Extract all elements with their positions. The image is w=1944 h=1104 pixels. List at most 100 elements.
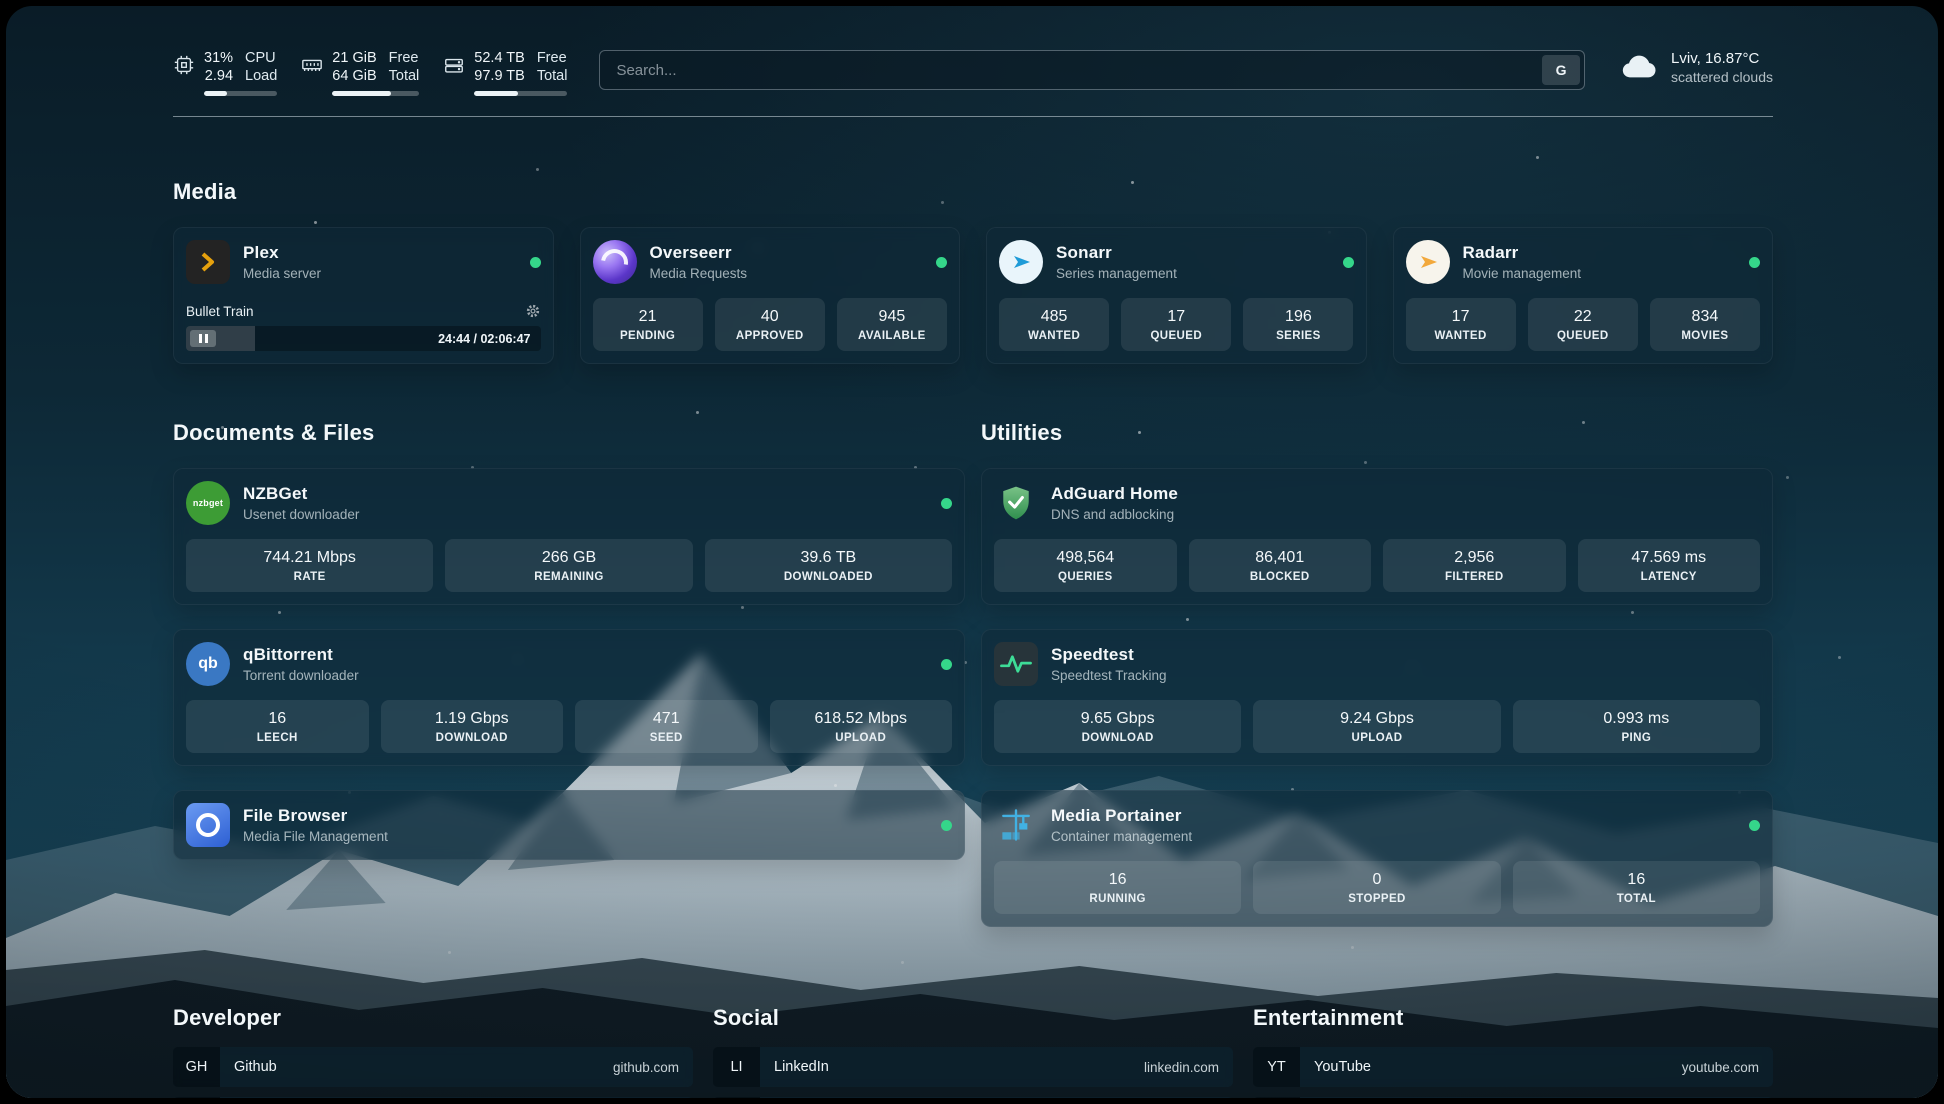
cloud-icon [1617, 54, 1659, 82]
section-title-documents: Documents & Files [173, 420, 965, 446]
pause-icon[interactable] [190, 330, 216, 347]
stat-block: 17 QUEUED [1121, 298, 1231, 351]
stat-value: 0 [1259, 871, 1494, 889]
service-card-plex[interactable]: Plex Media server Bullet Train [173, 227, 554, 364]
section-utilities: Utilities AdGuard Home [981, 420, 1773, 927]
stat-label: PING [1519, 732, 1754, 744]
weather-widget: Lviv, 16.87°C scattered clouds [1617, 50, 1773, 85]
service-subtitle: Media server [243, 266, 321, 281]
stat-label: TOTAL [1519, 893, 1754, 905]
card-header: Plex Media server [186, 240, 541, 284]
stat-label: LEECH [192, 732, 363, 744]
memory-free-value: 21 GiB [332, 50, 376, 67]
bookmark-github[interactable]: GH Github github.com [173, 1047, 693, 1087]
stat-block: 86,401 BLOCKED [1189, 539, 1372, 592]
stat-label: FILTERED [1389, 571, 1560, 583]
header-divider [173, 116, 1773, 117]
stat-value: 498,564 [1000, 549, 1171, 567]
bookmark-twitter[interactable]: TW Twitter twitter.com [713, 1097, 1233, 1098]
memory-total-label: Total [389, 68, 420, 85]
weather-condition: scattered clouds [1671, 69, 1773, 85]
stat-value: 0.993 ms [1519, 710, 1754, 728]
stat-value: 471 [581, 710, 752, 728]
stat-block: 744.21 Mbps RATE [186, 539, 433, 592]
cpu-widget: 31% CPU 2.94 Load [173, 50, 277, 96]
adguard-icon [994, 481, 1038, 525]
stat-value: 17 [1127, 308, 1225, 326]
stat-block: 196 SERIES [1243, 298, 1353, 351]
service-stats: 744.21 Mbps RATE 266 GB REMAINING 39.6 T… [186, 525, 952, 592]
status-dot [941, 820, 952, 831]
status-dot [936, 257, 947, 268]
service-subtitle: DNS and adblocking [1051, 507, 1178, 522]
gear-icon[interactable] [525, 303, 541, 319]
search-input[interactable] [599, 50, 1585, 90]
service-stats: 17 WANTED 22 QUEUED 834 MOVIES [1406, 284, 1761, 351]
card-header: Speedtest Speedtest Tracking [994, 642, 1760, 686]
bookmark-stackoverflow[interactable]: SO StackOverflow stackoverflow.com [173, 1097, 693, 1098]
overseerr-icon [593, 240, 637, 284]
service-name: qBittorrent [243, 645, 359, 665]
service-card-filebrowser[interactable]: File Browser Media File Management [173, 790, 965, 860]
bookmark-netflix[interactable]: NF Netflix netflix.com [1253, 1097, 1773, 1098]
stat-value: 39.6 TB [711, 549, 946, 567]
service-subtitle: Media File Management [243, 829, 388, 844]
plex-icon [186, 240, 230, 284]
stat-block: 40 APPROVED [715, 298, 825, 351]
stat-label: AVAILABLE [843, 330, 941, 342]
card-header: Sonarr Series management [999, 240, 1354, 284]
stat-value: 47.569 ms [1584, 549, 1755, 567]
status-dot [1749, 257, 1760, 268]
service-card-radarr[interactable]: Radarr Movie management 17 WANTED 22 QUE… [1393, 227, 1774, 364]
bookmark-youtube[interactable]: YT YouTube youtube.com [1253, 1047, 1773, 1087]
service-card-adguard[interactable]: AdGuard Home DNS and adblocking 498,564 … [981, 468, 1773, 605]
status-dot [1749, 820, 1760, 831]
card-header: Media Portainer Container management [994, 803, 1760, 847]
stat-value: 16 [192, 710, 363, 728]
media-cards: Plex Media server Bullet Train [173, 227, 1773, 364]
stat-label: MOVIES [1656, 330, 1754, 342]
stat-value: 21 [599, 308, 697, 326]
stat-label: RATE [192, 571, 427, 583]
dashboard-content: 31% CPU 2.94 Load 21 GiB Free [6, 6, 1938, 1098]
service-stats: 16 LEECH 1.19 Gbps DOWNLOAD 471 SEED 6 [186, 686, 952, 753]
service-name: File Browser [243, 806, 388, 826]
bookmark-linkedin[interactable]: LI LinkedIn linkedin.com [713, 1047, 1233, 1087]
service-name: Media Portainer [1051, 806, 1192, 826]
stat-value: 744.21 Mbps [192, 549, 427, 567]
top-bar: 31% CPU 2.94 Load 21 GiB Free [173, 6, 1773, 96]
stat-label: STOPPED [1259, 893, 1494, 905]
cpu-usage-label: CPU [245, 50, 277, 67]
playback-progress-bar[interactable]: 24:44 / 02:06:47 [186, 326, 541, 351]
bookmark-name: LinkedIn [774, 1059, 829, 1075]
card-header: Radarr Movie management [1406, 240, 1761, 284]
stat-value: 40 [721, 308, 819, 326]
status-dot [1343, 257, 1354, 268]
service-card-speedtest[interactable]: Speedtest Speedtest Tracking 9.65 Gbps D… [981, 629, 1773, 766]
service-name: AdGuard Home [1051, 484, 1178, 504]
stat-label: DOWNLOADED [711, 571, 946, 583]
now-playing: Bullet Train 24:44 / 02:06:47 [186, 293, 541, 351]
card-header: File Browser Media File Management [186, 803, 952, 847]
section-documents: Documents & Files nzbget NZBGet Usenet d… [173, 420, 965, 860]
section-title-developer: Developer [173, 1005, 693, 1031]
stat-value: 22 [1534, 308, 1632, 326]
stat-label: BLOCKED [1195, 571, 1366, 583]
service-card-qbittorrent[interactable]: qb qBittorrent Torrent downloader 16 LEE… [173, 629, 965, 766]
disk-widget: 52.4 TB Free 97.9 TB Total [443, 50, 567, 96]
service-card-sonarr[interactable]: Sonarr Series management 485 WANTED 17 Q… [986, 227, 1367, 364]
service-card-portainer[interactable]: Media Portainer Container management 16 … [981, 790, 1773, 927]
service-name: Radarr [1463, 243, 1582, 263]
bookmark-abbr: LI [713, 1047, 760, 1087]
stat-value: 17 [1412, 308, 1510, 326]
search-provider-button[interactable]: G [1542, 55, 1580, 85]
service-card-overseerr[interactable]: Overseerr Media Requests 21 PENDING 40 A… [580, 227, 961, 364]
weather-location: Lviv, 16.87°C [1671, 50, 1773, 67]
stat-label: UPLOAD [1259, 732, 1494, 744]
status-dot [941, 659, 952, 670]
stat-label: QUEUED [1127, 330, 1225, 342]
stat-label: QUEUED [1534, 330, 1632, 342]
stat-block: 266 GB REMAINING [445, 539, 692, 592]
stat-block: 0.993 ms PING [1513, 700, 1760, 753]
service-card-nzbget[interactable]: nzbget NZBGet Usenet downloader 744.21 M… [173, 468, 965, 605]
